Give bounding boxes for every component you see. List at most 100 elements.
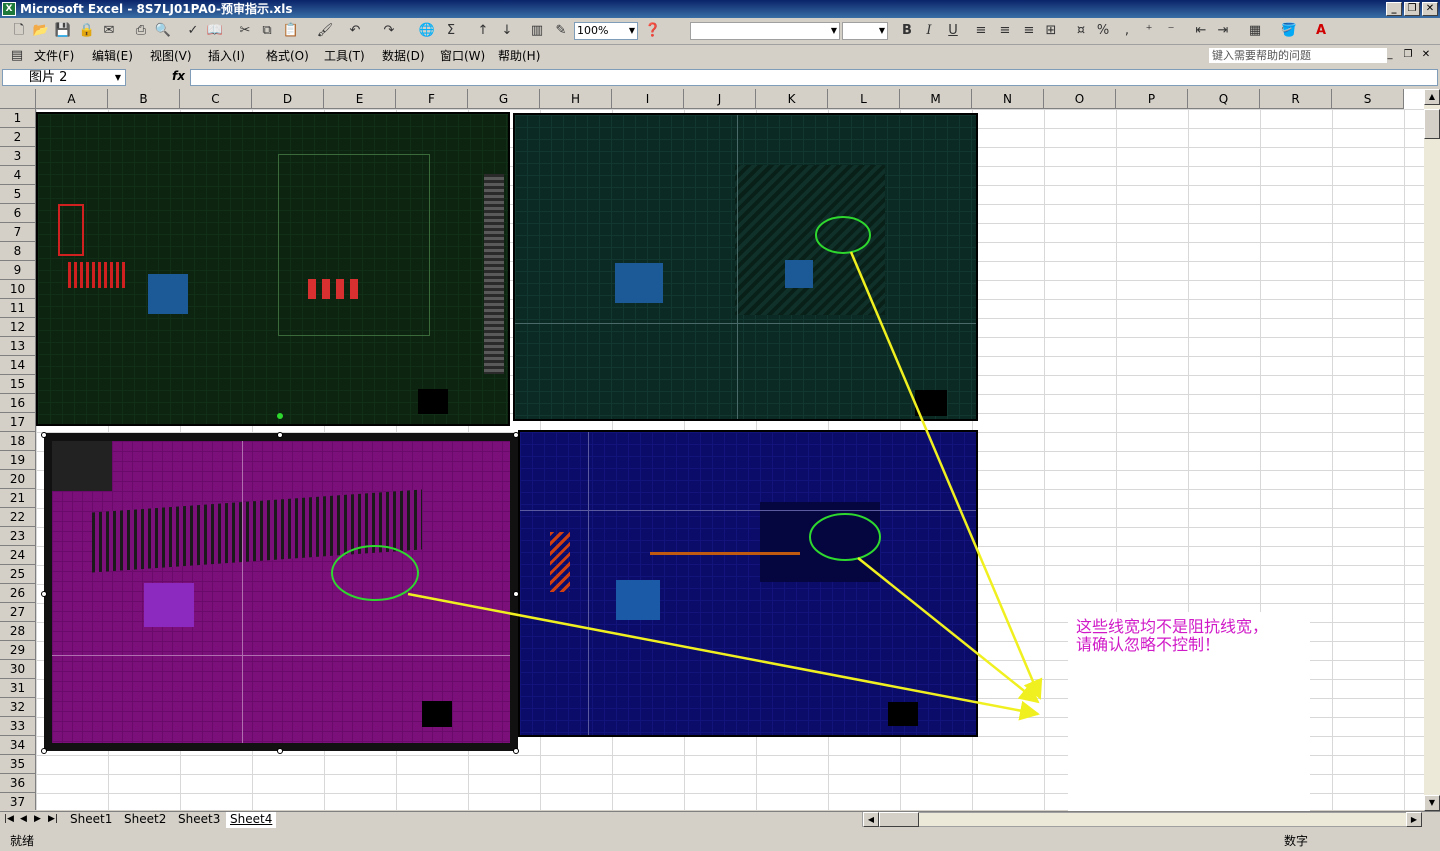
formula-input[interactable] xyxy=(190,69,1438,86)
row-header-21[interactable]: 21 xyxy=(0,489,36,508)
resize-handle-top-right[interactable] xyxy=(513,432,519,438)
decrease-indent-icon[interactable]: ⇤ xyxy=(1192,22,1210,40)
align-right-icon[interactable]: ≡ xyxy=(1020,22,1038,40)
font-color-icon[interactable]: A xyxy=(1312,22,1330,40)
resize-handle-top[interactable] xyxy=(277,432,283,438)
resize-handle-top-left[interactable] xyxy=(41,432,47,438)
row-header-11[interactable]: 11 xyxy=(0,299,36,318)
help-icon[interactable]: ❓ xyxy=(644,22,662,40)
workbook-restore-button[interactable]: ❐ xyxy=(1400,49,1416,63)
print-preview-icon[interactable]: 🔍 xyxy=(154,22,172,40)
menu-data[interactable]: 数据(D) xyxy=(382,48,425,64)
align-center-icon[interactable]: ≡ xyxy=(996,22,1014,40)
row-header-17[interactable]: 17 xyxy=(0,413,36,432)
italic-icon[interactable]: I xyxy=(920,22,938,40)
row-header-10[interactable]: 10 xyxy=(0,280,36,299)
row-header-25[interactable]: 25 xyxy=(0,565,36,584)
sheet-tab-2[interactable]: Sheet2 xyxy=(120,812,170,828)
redo-icon[interactable]: ↷ xyxy=(380,22,398,40)
workbook-close-button[interactable]: ✕ xyxy=(1418,49,1434,63)
row-header-27[interactable]: 27 xyxy=(0,603,36,622)
rotate-handle[interactable] xyxy=(277,413,283,419)
font-size-select[interactable]: ▼ xyxy=(842,22,888,40)
row-header-33[interactable]: 33 xyxy=(0,717,36,736)
zoom-select[interactable]: 100% ▼ xyxy=(574,22,638,40)
insert-function-icon[interactable]: fx xyxy=(172,69,185,83)
vertical-scrollbar[interactable]: ▲ ▼ xyxy=(1424,89,1440,811)
prev-sheet-icon[interactable]: ◀ xyxy=(20,814,27,824)
row-header-23[interactable]: 23 xyxy=(0,527,36,546)
scroll-left-icon[interactable]: ◀ xyxy=(863,812,879,827)
currency-icon[interactable]: ¤ xyxy=(1072,22,1090,40)
menu-format[interactable]: 格式(O) xyxy=(266,48,309,64)
scroll-right-icon[interactable]: ▶ xyxy=(1406,812,1422,827)
paste-icon[interactable]: 📋 xyxy=(282,22,300,40)
increase-indent-icon[interactable]: ⇥ xyxy=(1214,22,1232,40)
autosum-icon[interactable]: Σ xyxy=(442,22,460,40)
spelling-icon[interactable]: ✓ xyxy=(184,22,202,40)
pcb-layer-image-magenta[interactable] xyxy=(44,433,518,751)
menu-window[interactable]: 窗口(W) xyxy=(440,48,485,64)
column-header-i[interactable]: I xyxy=(612,89,684,109)
row-header-12[interactable]: 12 xyxy=(0,318,36,337)
row-header-19[interactable]: 19 xyxy=(0,451,36,470)
column-header-g[interactable]: G xyxy=(468,89,540,109)
name-box[interactable]: 图片 2 ▼ xyxy=(2,69,126,86)
menu-insert[interactable]: 插入(I) xyxy=(208,48,245,64)
pcb-layer-image-teal[interactable] xyxy=(513,113,978,421)
row-header-8[interactable]: 8 xyxy=(0,242,36,261)
research-icon[interactable]: 📖 xyxy=(206,22,224,40)
comma-style-icon[interactable]: , xyxy=(1118,22,1136,40)
sort-ascending-icon[interactable]: ↑ xyxy=(474,22,492,40)
sheet-tab-3[interactable]: Sheet3 xyxy=(174,812,224,828)
minimize-button[interactable]: _ xyxy=(1386,2,1402,16)
column-header-d[interactable]: D xyxy=(252,89,324,109)
print-icon[interactable]: ⎙ xyxy=(132,22,150,40)
column-header-q[interactable]: Q xyxy=(1188,89,1260,109)
resize-handle-bottom-right[interactable] xyxy=(513,748,519,754)
resize-handle-bottom-left[interactable] xyxy=(41,748,47,754)
increase-decimal-icon[interactable]: ⁺ xyxy=(1140,22,1158,40)
resize-handle-left[interactable] xyxy=(41,591,47,597)
drawing-icon[interactable]: ✎ xyxy=(552,22,570,40)
last-sheet-icon[interactable]: ▶| xyxy=(48,814,58,824)
menu-tools[interactable]: 工具(T) xyxy=(324,48,365,64)
select-all-corner[interactable] xyxy=(0,89,36,109)
annotation-textbox[interactable]: 这些线宽均不是阻抗线宽， 请确认忽略不控制！ xyxy=(1068,612,1310,818)
row-header-14[interactable]: 14 xyxy=(0,356,36,375)
scroll-up-icon[interactable]: ▲ xyxy=(1424,89,1440,105)
column-header-h[interactable]: H xyxy=(540,89,612,109)
row-header-31[interactable]: 31 xyxy=(0,679,36,698)
column-header-r[interactable]: R xyxy=(1260,89,1332,109)
row-header-6[interactable]: 6 xyxy=(0,204,36,223)
undo-icon[interactable]: ↶ xyxy=(346,22,364,40)
first-sheet-icon[interactable]: |◀ xyxy=(4,814,14,824)
row-header-36[interactable]: 36 xyxy=(0,774,36,793)
restore-button[interactable]: ❐ xyxy=(1404,2,1420,16)
menu-view[interactable]: 视图(V) xyxy=(150,48,192,64)
row-header-29[interactable]: 29 xyxy=(0,641,36,660)
save-icon[interactable]: 💾 xyxy=(54,22,72,40)
row-header-16[interactable]: 16 xyxy=(0,394,36,413)
row-header-4[interactable]: 4 xyxy=(0,166,36,185)
menu-edit[interactable]: 编辑(E) xyxy=(92,48,133,64)
copy-icon[interactable]: ⧉ xyxy=(258,22,276,40)
row-header-35[interactable]: 35 xyxy=(0,755,36,774)
row-header-3[interactable]: 3 xyxy=(0,147,36,166)
column-header-f[interactable]: F xyxy=(396,89,468,109)
horizontal-scroll-thumb[interactable] xyxy=(879,812,919,827)
underline-icon[interactable]: U xyxy=(944,22,962,40)
column-header-n[interactable]: N xyxy=(972,89,1044,109)
worksheet-menu-icon[interactable]: ▤ xyxy=(8,47,26,65)
row-header-5[interactable]: 5 xyxy=(0,185,36,204)
merge-center-icon[interactable]: ⊞ xyxy=(1042,22,1060,40)
column-header-p[interactable]: P xyxy=(1116,89,1188,109)
column-header-a[interactable]: A xyxy=(36,89,108,109)
percent-icon[interactable]: % xyxy=(1094,22,1112,40)
hyperlink-icon[interactable]: 🌐 xyxy=(418,22,436,40)
column-header-s[interactable]: S xyxy=(1332,89,1404,109)
chart-wizard-icon[interactable]: ▥ xyxy=(528,22,546,40)
format-painter-icon[interactable]: 🖌 xyxy=(316,22,334,40)
row-header-32[interactable]: 32 xyxy=(0,698,36,717)
email-icon[interactable]: ✉ xyxy=(100,22,118,40)
